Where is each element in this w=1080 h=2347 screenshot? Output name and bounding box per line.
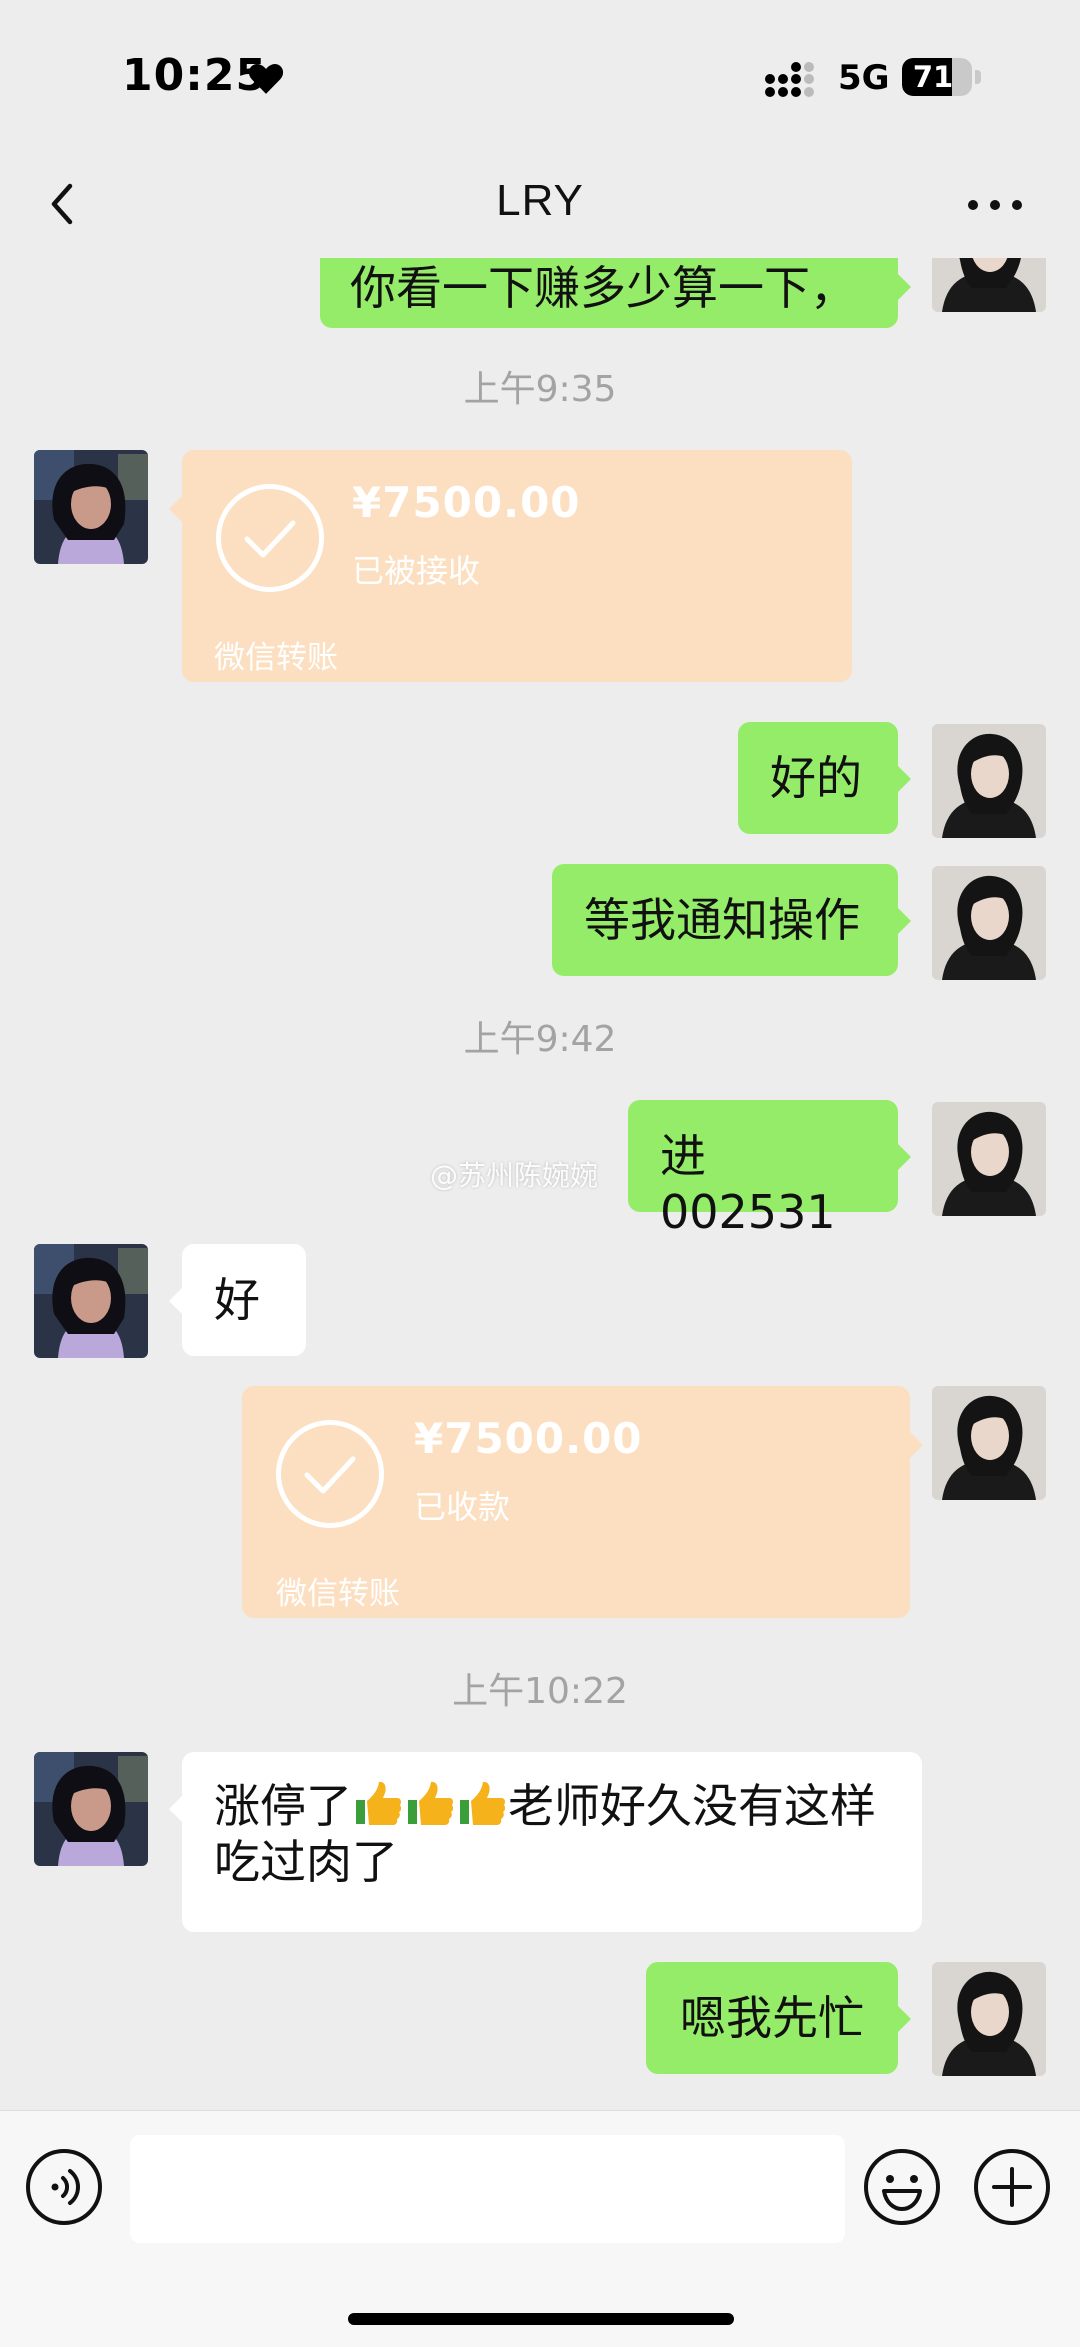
- message-bubble-received[interactable]: 好: [182, 1244, 306, 1356]
- message-text: 老师好久没有这样: [508, 1779, 876, 1833]
- bubble-tail: [898, 1144, 911, 1170]
- battery-icon: 71: [902, 58, 972, 96]
- avatar-me[interactable]: [932, 1102, 1046, 1216]
- watermark: @苏州陈婉婉: [430, 1159, 599, 1192]
- thumbs-up-icon: [356, 1781, 402, 1825]
- message-bubble-received[interactable]: 涨停了 老师好久没有这样 吃过肉了: [182, 1752, 922, 1932]
- avatar-woman-image: [932, 1962, 1046, 2076]
- signal-icon: [765, 62, 814, 97]
- message-bubble-sent[interactable]: 进002531: [628, 1100, 898, 1239]
- message-text: 进002531: [660, 1129, 836, 1239]
- timestamp: 上午9:42: [463, 1019, 617, 1060]
- thumbs-up-icon: [460, 1781, 506, 1825]
- message-text: 嗯我先忙: [680, 1991, 864, 2045]
- transfer-card-received[interactable]: ¥7500.00 已被接收 微信转账: [182, 450, 852, 682]
- heart-icon: [248, 64, 284, 94]
- avatar-contact-image: [34, 450, 148, 564]
- wechat-chat-screen: 10:25 5G 71 LRY 你看一下赚多少算一下， 上午9:35 ¥7500…: [0, 0, 1080, 2347]
- more-icon[interactable]: [965, 190, 1025, 220]
- avatar-me[interactable]: [932, 866, 1046, 980]
- message-text: 吃过肉了: [214, 1835, 398, 1889]
- battery-level: 71: [912, 60, 954, 94]
- avatar-me[interactable]: [932, 1386, 1046, 1500]
- message-list[interactable]: 你看一下赚多少算一下， 上午9:35 ¥7500.00 已被接收 微信转账 好的…: [0, 258, 1080, 2110]
- avatar-me[interactable]: [932, 1962, 1046, 2076]
- avatar-contact[interactable]: [34, 1244, 148, 1358]
- bubble-tail: [898, 908, 911, 934]
- thumbs-up-icon: [408, 1781, 454, 1825]
- home-indicator[interactable]: [348, 2313, 734, 2325]
- emoji-icon[interactable]: [862, 2147, 942, 2227]
- timestamp: 上午9:35: [463, 369, 617, 410]
- transfer-amount: ¥7500.00: [414, 1414, 643, 1463]
- transfer-label: 微信转账: [214, 640, 338, 676]
- message-text: 等我通知操作: [584, 893, 860, 947]
- chat-header: LRY: [0, 150, 1080, 260]
- message-line: 涨停了 老师好久没有这样: [214, 1778, 892, 1834]
- check-icon: [216, 484, 324, 592]
- bubble-tail: [898, 274, 911, 300]
- avatar-me[interactable]: [932, 724, 1046, 838]
- bubble-tail: [169, 496, 182, 522]
- transfer-status: 已被接收: [352, 552, 481, 590]
- input-bar: [0, 2110, 1080, 2347]
- avatar-woman-image: [932, 866, 1046, 980]
- battery-tip: [975, 70, 981, 84]
- bubble-tail: [898, 2006, 911, 2032]
- message-text: 涨停了: [214, 1779, 352, 1833]
- status-bar: 10:25 5G 71: [0, 0, 1080, 150]
- message-bubble-sent[interactable]: 等我通知操作: [552, 864, 898, 976]
- avatar-contact-image: [34, 1244, 148, 1358]
- avatar-woman-image: [932, 1386, 1046, 1500]
- bubble-tail: [910, 1432, 923, 1458]
- transfer-status: 已收款: [414, 1488, 511, 1526]
- network-type: 5G: [838, 58, 890, 98]
- timestamp: 上午10:22: [452, 1671, 628, 1712]
- transfer-label: 微信转账: [276, 1576, 400, 1612]
- avatar-woman-image: [932, 258, 1046, 312]
- bubble-tail: [898, 766, 911, 792]
- bubble-tail: [169, 1796, 182, 1822]
- message-line: 吃过肉了: [214, 1834, 892, 1890]
- plus-icon[interactable]: [972, 2147, 1052, 2227]
- message-bubble-sent[interactable]: 好的: [738, 722, 898, 834]
- avatar-woman-image: [932, 1102, 1046, 1216]
- avatar-contact-image: [34, 1752, 148, 1866]
- message-text: 你看一下赚多少算一下，: [350, 261, 856, 315]
- voice-icon[interactable]: [24, 2147, 104, 2227]
- message-text: 好的: [770, 751, 862, 805]
- chat-title: LRY: [496, 176, 584, 225]
- transfer-card-sent[interactable]: ¥7500.00 已收款 微信转账: [242, 1386, 910, 1618]
- bubble-tail: [169, 1288, 182, 1314]
- avatar-woman-image: [932, 724, 1046, 838]
- avatar-contact[interactable]: [34, 450, 148, 564]
- message-text: 好: [214, 1273, 260, 1327]
- avatar-me[interactable]: [932, 258, 1046, 312]
- avatar-contact[interactable]: [34, 1752, 148, 1866]
- transfer-amount: ¥7500.00: [352, 478, 581, 527]
- message-input[interactable]: [130, 2135, 845, 2243]
- check-icon: [276, 1420, 384, 1528]
- message-bubble-sent[interactable]: 你看一下赚多少算一下，: [320, 258, 898, 328]
- message-bubble-sent[interactable]: 嗯我先忙: [646, 1962, 898, 2074]
